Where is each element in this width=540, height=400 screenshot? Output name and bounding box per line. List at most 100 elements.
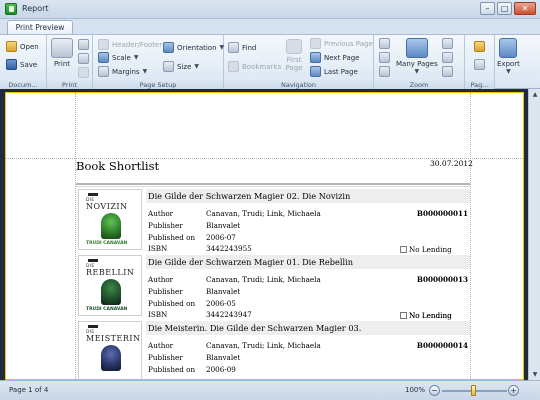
orientation-label: Orientation [177, 43, 217, 52]
page-size-icon [163, 61, 174, 72]
first-page-label: First Page [285, 56, 303, 72]
margin-guide-right [470, 93, 471, 379]
first-page-button[interactable]: First Page [284, 39, 304, 72]
magnifier-icon[interactable] [379, 66, 390, 77]
author-value: Canavan, Trudi; Link, Michaela [206, 341, 321, 350]
scroll-down-icon[interactable]: ▼ [530, 369, 540, 380]
previous-page-label: Previous Page [324, 39, 373, 48]
published-on-value: 2006-09 [206, 365, 236, 374]
next-page-button[interactable]: Next Page [310, 52, 359, 63]
book-cover-image: DIE NOVIZIN TRUDI CANAVAN [78, 189, 142, 250]
help-icon[interactable] [78, 67, 89, 78]
export-button[interactable]: Export ▼ [497, 38, 520, 75]
book-entry: DIE MEISTERIN Die Meisterin. Die Gilde d… [76, 311, 470, 379]
print-options-icon[interactable] [78, 53, 89, 64]
hand-tool-icon[interactable] [379, 52, 390, 63]
author-value: Canavan, Trudi; Link, Michaela [206, 275, 321, 284]
published-on-label: Published on [148, 365, 196, 374]
preview-area[interactable]: Book Shortlist 30.07.2012 DIE NOVIZIN TR… [0, 89, 540, 380]
printer-icon [51, 38, 73, 58]
scroll-up-icon[interactable]: ▲ [530, 89, 540, 100]
watermark-icon[interactable] [474, 59, 485, 70]
checkbox-icon [400, 246, 407, 253]
cover-author-text: TRUDI CANAVAN [86, 241, 128, 246]
zoom-in-button[interactable]: + [508, 385, 519, 396]
publisher-value: Blanvalet [206, 287, 241, 296]
report-date: 30.07.2012 [430, 159, 473, 168]
print-button[interactable]: Print [51, 38, 73, 68]
last-page-icon [310, 66, 321, 77]
cover-figure [101, 279, 121, 305]
published-on-label: Published on [148, 299, 196, 308]
export-label: Export [497, 60, 520, 68]
export-icon [499, 38, 518, 58]
zoom-out-icon[interactable] [442, 38, 453, 49]
zoom-in-icon[interactable] [442, 66, 453, 77]
page-indicator: Page 1 of 4 [9, 386, 49, 394]
bookmarks-button[interactable]: Bookmarks [228, 61, 281, 72]
last-page-button[interactable]: Last Page [310, 66, 358, 77]
quick-print-icon[interactable] [78, 39, 89, 50]
maximize-button[interactable]: □ [497, 2, 512, 15]
group-page-background: Pag... [465, 35, 495, 90]
isbn-value: 3442243947 [206, 310, 252, 319]
app-icon [5, 3, 17, 15]
isbn-label: ISBN [148, 310, 168, 319]
author-label: Author [148, 275, 174, 284]
orientation-button[interactable]: Orientation ▼ [163, 42, 224, 53]
publisher-label: Publisher [148, 287, 183, 296]
many-pages-button[interactable]: Many Pages ▼ [396, 38, 438, 75]
cover-title-text: REBELLIN [86, 268, 135, 277]
cover-title-text: NOVIZIN [86, 202, 128, 211]
page-preview[interactable]: Book Shortlist 30.07.2012 DIE NOVIZIN TR… [5, 92, 524, 380]
zoom-icon[interactable] [442, 52, 453, 63]
size-label: Size [177, 62, 192, 71]
many-pages-icon [405, 38, 428, 58]
published-on-value: 2006-07 [206, 233, 236, 242]
title-divider-shadow [76, 186, 470, 187]
bookmarks-label: Bookmarks [242, 62, 282, 71]
save-button[interactable]: Save [6, 59, 37, 70]
previous-page-button[interactable]: Previous Page [310, 38, 373, 49]
zoom-slider-thumb[interactable] [471, 385, 476, 396]
publisher-label: Publisher [148, 353, 183, 362]
find-button[interactable]: Find [228, 42, 256, 53]
scale-label: Scale [112, 53, 131, 62]
window-title: Report [22, 4, 49, 13]
margins-button[interactable]: Margins ▼ [98, 66, 147, 77]
cover-author-text: TRUDI CANAVAN [86, 307, 128, 312]
size-button[interactable]: Size ▼ [163, 61, 199, 72]
cover-figure [101, 345, 121, 371]
zoom-out-button[interactable]: − [429, 385, 440, 396]
ribbon-tabs: Print Preview [0, 19, 540, 34]
group-document: Open Save Docum... [0, 35, 47, 90]
pointer-icon[interactable] [379, 38, 390, 49]
author-label: Author [148, 209, 174, 218]
cover-title-text: MEISTERIN [86, 334, 141, 343]
find-label: Find [242, 43, 257, 52]
bookmark-icon [228, 61, 239, 72]
previous-page-icon [310, 38, 321, 49]
group-navigation: Find Bookmarks First Page Previous Page … [224, 35, 374, 90]
margins-label: Margins [112, 67, 140, 76]
open-button[interactable]: Open [6, 41, 39, 52]
status-bar: Page 1 of 4 100% − + [0, 380, 540, 400]
vertical-scrollbar[interactable]: ▲ ▼ [528, 89, 540, 380]
report-page: Book Shortlist 30.07.2012 DIE NOVIZIN TR… [6, 93, 523, 379]
close-button[interactable]: ✕ [514, 2, 536, 15]
book-code: B000000011 [416, 209, 468, 218]
orientation-icon [163, 42, 174, 53]
last-page-label: Last Page [324, 67, 358, 76]
chevron-down-icon: ▼ [414, 68, 420, 75]
scale-button[interactable]: Scale ▼ [98, 52, 138, 63]
tab-print-preview[interactable]: Print Preview [7, 20, 73, 34]
next-page-label: Next Page [324, 53, 360, 62]
no-lending-label: No Lending [409, 311, 452, 320]
page-color-icon[interactable] [474, 41, 485, 52]
published-on-label: Published on [148, 233, 196, 242]
header-footer-icon [98, 39, 109, 50]
minimize-button[interactable]: – [480, 2, 495, 15]
chevron-down-icon: ▼ [142, 68, 148, 75]
header-footer-button[interactable]: Header/Footer [98, 39, 162, 50]
book-entry: DIE NOVIZIN TRUDI CANAVAN Die Gilde der … [76, 189, 470, 255]
